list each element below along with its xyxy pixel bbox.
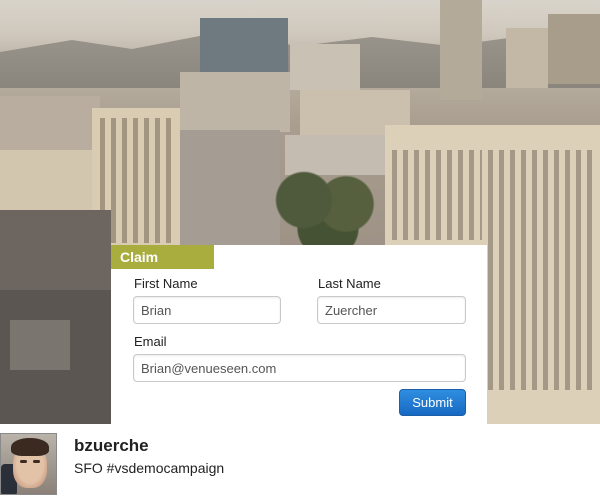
last-name-input[interactable]	[317, 296, 466, 324]
building	[0, 150, 92, 210]
window-grid	[488, 150, 596, 390]
building	[440, 0, 482, 100]
eye	[33, 460, 40, 463]
building	[548, 14, 600, 84]
email-label: Email	[134, 334, 167, 349]
claim-form: Claim First Name Last Name Email Submit	[111, 245, 487, 424]
user-avatar[interactable]	[0, 433, 57, 495]
eye	[20, 460, 27, 463]
building	[180, 72, 290, 132]
last-name-label: Last Name	[318, 276, 381, 291]
building	[0, 210, 111, 290]
username[interactable]: bzuerche	[74, 436, 149, 456]
building	[180, 130, 280, 248]
first-name-input[interactable]	[133, 296, 281, 324]
claim-tab-label: Claim	[111, 245, 214, 269]
building	[506, 28, 548, 88]
email-input[interactable]	[133, 354, 466, 382]
trees	[268, 168, 388, 248]
post-caption: SFO #vsdemocampaign	[74, 460, 225, 476]
submit-button[interactable]: Submit	[399, 389, 466, 416]
window-grid	[392, 150, 482, 240]
building	[10, 320, 70, 370]
hair	[11, 438, 49, 456]
building	[290, 44, 360, 90]
first-name-label: First Name	[134, 276, 198, 291]
